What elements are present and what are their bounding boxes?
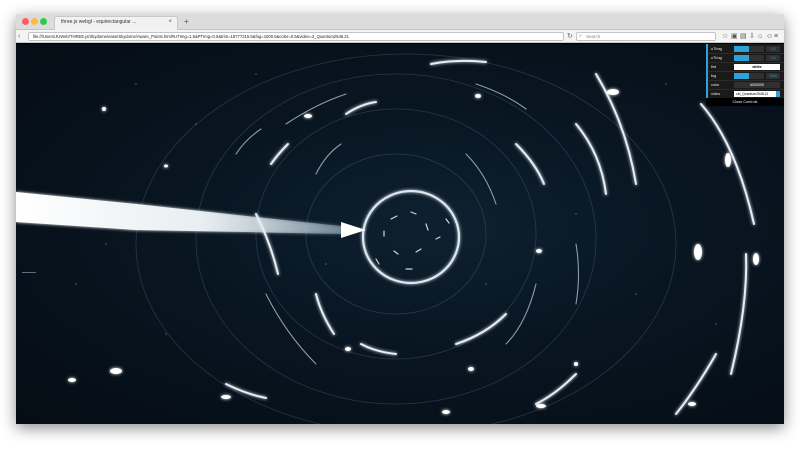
- gui-slider[interactable]: [734, 46, 764, 52]
- new-tab-button[interactable]: +: [184, 16, 189, 28]
- gui-label: video: [711, 92, 721, 96]
- gui-slider-fill: [734, 46, 749, 52]
- gui-value[interactable]: 0.5: [766, 55, 780, 61]
- pocket-icon[interactable]: ▤: [740, 32, 747, 41]
- tab-title: three.js webgl - equirectangular ...: [61, 19, 137, 25]
- tab-bar: three.js webgl - equirectangular ... × +: [16, 14, 784, 30]
- gui-slider-fill: [734, 55, 749, 61]
- minimize-window-button[interactable]: [31, 18, 38, 25]
- reload-icon[interactable]: ↻: [567, 31, 573, 42]
- search-input[interactable]: ⌕ Search: [576, 32, 716, 41]
- bookmark-star-icon[interactable]: ☆: [722, 32, 728, 41]
- gui-label: color: [711, 83, 720, 87]
- browser-window: three.js webgl - equirectangular ... × +…: [16, 14, 784, 424]
- search-placeholder: Search: [586, 34, 601, 39]
- zoom-window-button[interactable]: [40, 18, 47, 25]
- search-icon: ⌕: [579, 33, 582, 39]
- tab-close-icon[interactable]: ×: [168, 19, 172, 25]
- crosshair-icon: [22, 272, 36, 273]
- gui-label: uTImg: [711, 56, 722, 60]
- gui-video-select[interactable]: vid_Quantum2548.21: [734, 91, 780, 97]
- menu-icon[interactable]: ≡: [774, 32, 778, 41]
- close-window-button[interactable]: [22, 18, 29, 25]
- chevron-down-icon: [776, 91, 780, 97]
- nav-bar: ‹ file:///Users/JUWeb/THREE.js/Skydome/e…: [16, 30, 784, 43]
- close-controls-button[interactable]: Close Controls: [706, 98, 784, 106]
- reading-list-icon[interactable]: ▣: [731, 32, 738, 41]
- gui-color-input[interactable]: #000000: [734, 82, 780, 88]
- gui-select-value: vid_Quantum2548.21: [736, 92, 769, 96]
- dat-gui-panel: uTImg 1.5 uTImg 0.5 tint white fog 1000 …: [706, 44, 784, 99]
- url-text: file:///Users/JUWeb/THREE.js/Skydome/eas…: [33, 34, 349, 39]
- account-icon[interactable]: ☺: [766, 32, 773, 41]
- back-icon[interactable]: ‹: [18, 31, 20, 42]
- gui-value[interactable]: 1000: [766, 73, 780, 79]
- webgl-canvas[interactable]: uTImg 1.5 uTImg 0.5 tint white fog 1000 …: [16, 44, 784, 424]
- download-icon[interactable]: ⇩: [749, 32, 755, 41]
- home-icon[interactable]: ⌂: [758, 32, 762, 41]
- particle-scene: [16, 53, 759, 424]
- gui-value[interactable]: 1.5: [766, 46, 780, 52]
- gui-label: tint: [711, 65, 717, 69]
- gui-slider-fill: [734, 73, 749, 79]
- gui-label: uTImg: [711, 47, 722, 51]
- gui-slider[interactable]: [734, 55, 764, 61]
- gui-slider[interactable]: [734, 73, 764, 79]
- tab-active[interactable]: three.js webgl - equirectangular ... ×: [54, 16, 178, 30]
- gui-text-input[interactable]: white: [734, 64, 780, 70]
- url-bar[interactable]: file:///Users/JUWeb/THREE.js/Skydome/eas…: [28, 32, 564, 41]
- gui-label: fog: [711, 74, 717, 78]
